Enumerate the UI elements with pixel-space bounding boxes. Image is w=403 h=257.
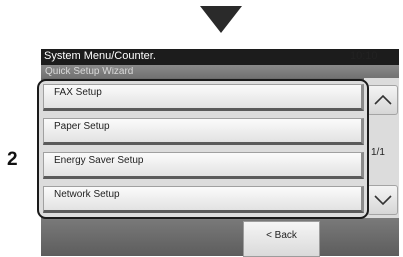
- down-arrow-icon: [200, 6, 242, 33]
- menu-item-energy-saver-setup[interactable]: Energy Saver Setup: [43, 152, 364, 179]
- clock-time: 10:10: [350, 50, 378, 62]
- screen-title: System Menu/Counter.: [44, 50, 156, 62]
- subtitle-bar: Quick Setup Wizard: [41, 65, 399, 78]
- menu-item-label: Network Setup: [54, 189, 120, 200]
- scroll-up-button[interactable]: [367, 85, 398, 115]
- chevron-up-icon: [373, 94, 392, 105]
- page-indicator: 1/1: [371, 147, 385, 158]
- back-button[interactable]: < Back: [243, 221, 320, 257]
- menu-item-label: Energy Saver Setup: [54, 155, 144, 166]
- screen-subtitle: Quick Setup Wizard: [45, 67, 134, 76]
- title-bar: System Menu/Counter.: [41, 49, 399, 65]
- footer-bar: [41, 218, 399, 256]
- scroll-down-button[interactable]: [367, 185, 398, 215]
- menu-item-label: Paper Setup: [54, 121, 110, 132]
- chevron-down-icon: [373, 195, 392, 206]
- menu-item-label: FAX Setup: [54, 87, 102, 98]
- menu-item-fax-setup[interactable]: FAX Setup: [43, 84, 364, 111]
- menu-item-network-setup[interactable]: Network Setup: [43, 186, 364, 213]
- step-number: 2: [7, 149, 18, 170]
- menu-item-paper-setup[interactable]: Paper Setup: [43, 118, 364, 145]
